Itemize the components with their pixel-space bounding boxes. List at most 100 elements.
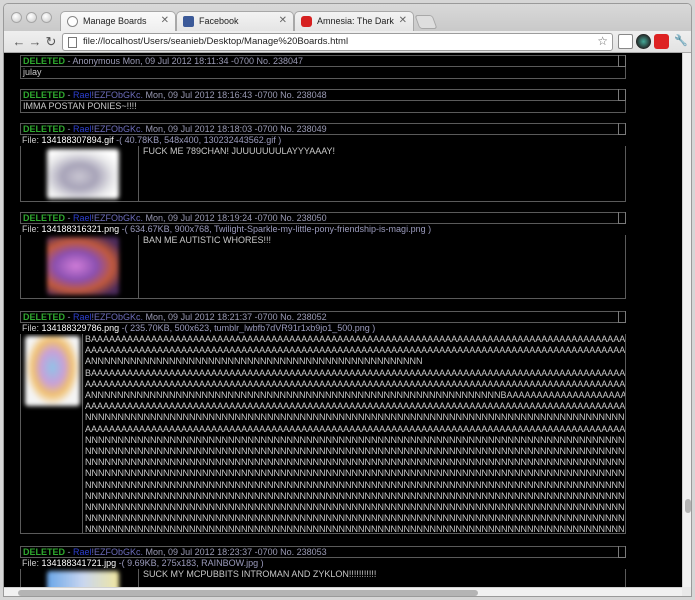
file-link[interactable]: 134188316321.png <box>42 224 120 234</box>
message-line: NNNNNNNNNNNNNNNNNNNNNNNNNNNNNNNNNNNNNNNN… <box>85 490 625 501</box>
message-line: AAAAAAAAAAAAAAAAAAAAAAAAAAAAAAAAAAAAAAAA… <box>85 378 626 389</box>
tripcode: !EZFObGKc. <box>91 547 144 557</box>
file-label: File: <box>22 323 42 333</box>
thumbnail-cell <box>21 146 139 201</box>
post-header: DELETED - Anonymous Mon, 09 Jul 2012 18:… <box>20 55 626 67</box>
thumbnail-cell <box>21 334 83 533</box>
message-line: AAAAAAAAAAAAAAAAAAAAAAAAAAAAAAAAAAAAAAAA… <box>85 345 626 356</box>
vertical-scrollbar[interactable] <box>682 53 691 587</box>
close-tab-icon[interactable]: ✕ <box>399 15 407 26</box>
file-details: -( 634.67KB, 900x768, Twilight-Sparkle-m… <box>119 224 432 234</box>
post-message: BAAAAAAAAAAAAAAAAAAAAAAAAAAAAAAAAAAAAAAA… <box>85 334 626 534</box>
post-238052: DELETED - Rael!EZFObGKc. Mon, 09 Jul 201… <box>20 311 626 534</box>
message-line: ANNNNNNNNNNNNNNNNNNNNNNNNNNNNNNNNNNNNNNN… <box>85 356 423 367</box>
thumbnail-image[interactable] <box>25 336 80 406</box>
file-label: File: <box>22 224 42 234</box>
tab-facebook[interactable]: Facebook ✕ <box>176 11 294 32</box>
globe-icon <box>67 16 78 27</box>
tab-label: Manage Boards <box>83 16 147 26</box>
post-238050: DELETED - Rael!EZFObGKc. Mon, 09 Jul 201… <box>20 212 626 299</box>
poster-name: Anonymous <box>72 56 121 66</box>
close-window-icon[interactable] <box>11 12 22 23</box>
post-message: IMMA POSTAN PONIES~!!!! <box>20 101 626 113</box>
message-line: NNNNNNNNNNNNNNNNNNNNNNNNNNNNNNNNNNNNNNNN… <box>85 468 625 479</box>
message-line: ANNNNNNNNNNNNNNNNNNNNNNNNNNNNNNNNNNNNNNN… <box>85 390 626 401</box>
file-link[interactable]: 134188341721.jpg <box>42 558 117 568</box>
file-link[interactable]: 134188329786.png <box>42 323 120 333</box>
thumbnail-image[interactable] <box>47 237 119 295</box>
message-line: NNNNNNNNNNNNNNNNNNNNNNNNNNNNNNNNNNNNNNNN… <box>85 524 625 534</box>
post-date[interactable]: Mon, 09 Jul 2012 18:16:43 -0700 No. 2380… <box>143 90 327 100</box>
file-details: -( 40.78KB, 548x400, 130232443562.gif ) <box>113 135 282 145</box>
thumbnail-cell <box>21 569 139 587</box>
post-header: DELETED - Rael!EZFObGKc. Mon, 09 Jul 201… <box>20 123 626 135</box>
file-info: File: 134188341721.jpg -( 9.69KB, 275x18… <box>20 558 626 569</box>
poster-name: Rael <box>73 213 92 223</box>
post-message: julay <box>20 67 626 79</box>
separator: - <box>65 312 74 322</box>
file-details: -( 9.69KB, 275x183, RAINBOW.jpg ) <box>116 558 264 568</box>
horizontal-scrollbar[interactable] <box>4 587 682 596</box>
post-content: BAAAAAAAAAAAAAAAAAAAAAAAAAAAAAAAAAAAAAAA… <box>20 334 626 534</box>
post-238047: DELETED - Anonymous Mon, 09 Jul 2012 18:… <box>20 55 626 79</box>
post-marker <box>618 123 626 135</box>
deleted-label: DELETED <box>23 56 66 66</box>
post-marker <box>618 55 626 67</box>
page-icon <box>68 37 77 48</box>
separator: - <box>65 90 74 100</box>
page-viewport: DELETED - Anonymous Mon, 09 Jul 2012 18:… <box>4 53 682 587</box>
extension-globe-icon[interactable] <box>636 34 651 49</box>
file-details: -( 235.70KB, 500x623, tumblr_lwbfb7dVR91… <box>119 323 376 333</box>
poster-name: Rael <box>73 312 92 322</box>
facebook-icon <box>183 16 194 27</box>
post-date[interactable]: Mon, 09 Jul 2012 18:11:34 -0700 No. 2380… <box>120 56 303 66</box>
post-date[interactable]: Mon, 09 Jul 2012 18:21:37 -0700 No. 2380… <box>143 312 327 322</box>
tab-label: Amnesia: The Dark Descent <box>317 16 395 26</box>
post-date[interactable]: Mon, 09 Jul 2012 18:23:37 -0700 No. 2380… <box>143 547 327 557</box>
reload-icon[interactable]: ↻ <box>42 33 60 50</box>
post-date[interactable]: Mon, 09 Jul 2012 18:18:03 -0700 No. 2380… <box>143 124 327 134</box>
address-bar[interactable]: file://localhost/Users/seanieb/Desktop/M… <box>62 33 613 51</box>
address-text: file://localhost/Users/seanieb/Desktop/M… <box>83 36 349 47</box>
deleted-label: DELETED <box>23 547 66 557</box>
separator: - <box>65 56 73 66</box>
extension-page-icon[interactable] <box>618 34 633 49</box>
thumbnail-image[interactable] <box>47 571 119 587</box>
file-info: File: 134188307894.gif -( 40.78KB, 548x4… <box>20 135 626 146</box>
thumbnail-image[interactable] <box>47 149 119 199</box>
post-content: SUCK MY MCPUBBITS INTROMAN AND ZYKLON!!!… <box>20 569 626 587</box>
file-info: File: 134188316321.png -( 634.67KB, 900x… <box>20 224 626 235</box>
message-line: NNNNNNNNNNNNNNNNNNNNNNNNNNNNNNNNNNNNNNNN… <box>85 513 625 524</box>
message-line: NNNNNNNNNNNNNNNNNNNNNNNNNNNNNNNNNNNNNNNN… <box>85 479 625 490</box>
scrollbar-thumb[interactable] <box>18 590 478 596</box>
tab-manage-boards[interactable]: Manage Boards ✕ <box>60 11 176 32</box>
post-marker <box>618 212 626 224</box>
star-icon[interactable]: ☆ <box>597 34 608 48</box>
new-tab-button[interactable] <box>414 15 438 29</box>
file-link[interactable]: 134188307894.gif <box>42 135 114 145</box>
message-line: BAAAAAAAAAAAAAAAAAAAAAAAAAAAAAAAAAAAAAAA… <box>85 367 626 378</box>
post-header: DELETED - Rael!EZFObGKc. Mon, 09 Jul 201… <box>20 212 626 224</box>
minimize-window-icon[interactable] <box>26 12 37 23</box>
post-content: BAN ME AUTISTIC WHORES!!! <box>20 235 626 299</box>
poster-name: Rael <box>73 90 92 100</box>
post-marker <box>618 546 626 558</box>
message-line: BAAAAAAAAAAAAAAAAAAAAAAAAAAAAAAAAAAAAAAA… <box>85 334 626 344</box>
poster-name: Rael <box>73 124 92 134</box>
extension-red-icon[interactable] <box>654 34 669 49</box>
close-tab-icon[interactable]: ✕ <box>279 15 287 26</box>
tab-amnesia[interactable]: Amnesia: The Dark Descent ✕ <box>294 11 414 32</box>
scrollbar-thumb[interactable] <box>685 499 691 513</box>
message-line: NNNNNNNNNNNNNNNNNNNNNNNNNNNNNNNNNNNNNNNN… <box>85 434 625 445</box>
tab-label: Facebook <box>199 16 239 26</box>
post-date[interactable]: Mon, 09 Jul 2012 18:19:24 -0700 No. 2380… <box>143 213 327 223</box>
file-info: File: 134188329786.png -( 235.70KB, 500x… <box>20 323 626 334</box>
zoom-window-icon[interactable] <box>41 12 52 23</box>
message-line: NNNNNNNNNNNNNNNNNNNNNNNNNNNNNNNNNNNNNNNN… <box>85 446 625 457</box>
deleted-label: DELETED <box>23 213 66 223</box>
tab-strip: Manage Boards ✕ Facebook ✕ Amnesia: The … <box>4 4 691 32</box>
wrench-icon[interactable]: 🔧 <box>672 33 690 50</box>
post-message: BAN ME AUTISTIC WHORES!!! <box>143 235 272 245</box>
close-tab-icon[interactable]: ✕ <box>161 15 169 26</box>
separator: - <box>65 124 74 134</box>
